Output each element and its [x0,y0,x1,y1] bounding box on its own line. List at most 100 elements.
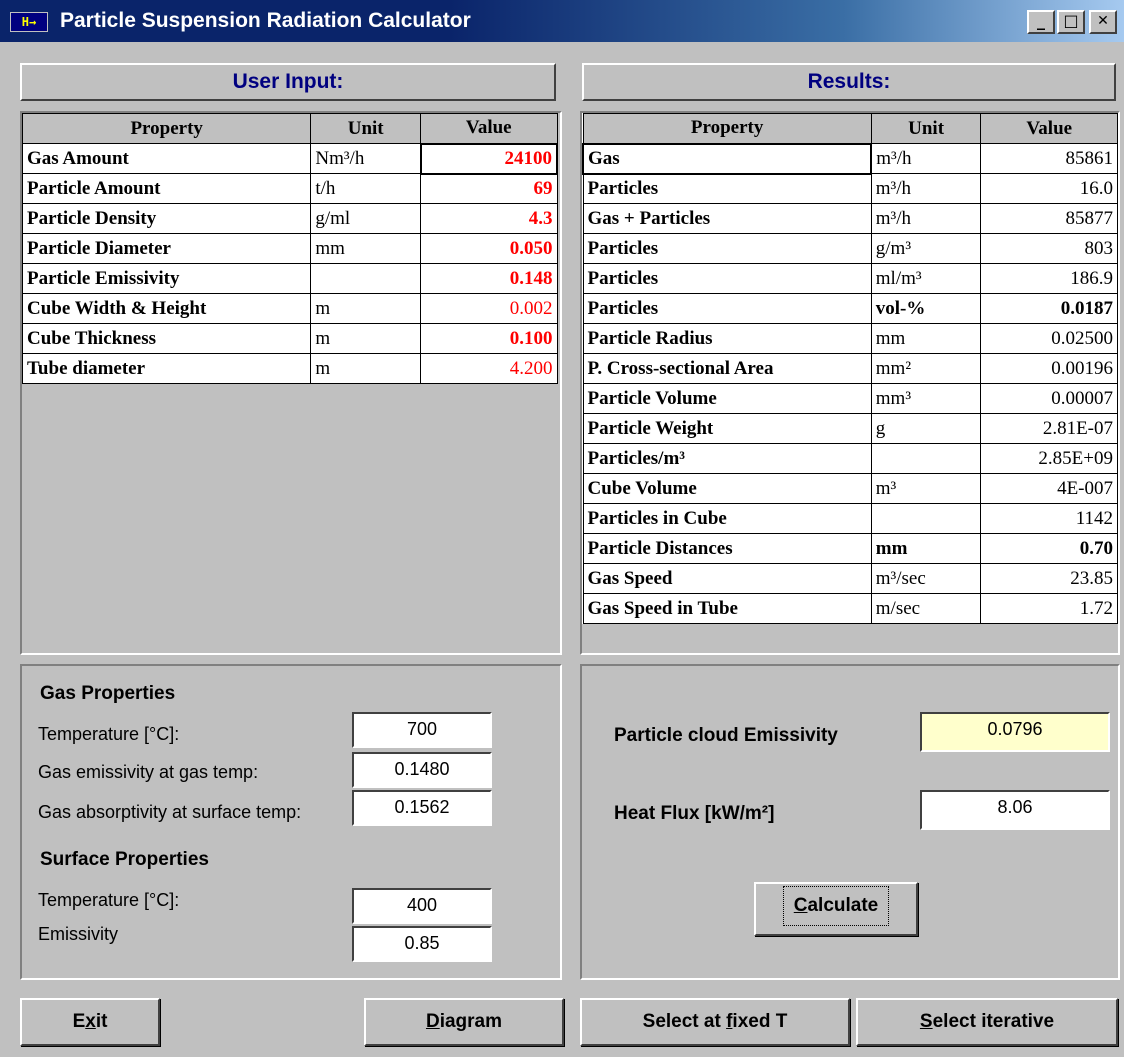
column-header-property: Property [21,113,312,144]
property-cell: Gas Speed [582,563,872,594]
value-cell: 4E-007 [980,473,1118,504]
value-cell[interactable]: 24100 [419,142,558,175]
unit-cell: m/sec [870,593,982,624]
table-row[interactable]: Cube Thickness m 0.100 [21,323,558,354]
table-row[interactable]: Particles ml/m³ 186.9 [582,263,1118,294]
minimize-button[interactable]: _ [1027,10,1055,34]
select-iterative-button[interactable]: Select iterative [856,998,1118,1046]
results-header: Results: [582,63,1116,101]
cloud-emissivity-field[interactable]: 0.0796 [920,712,1110,752]
unit-cell: m³/h [870,173,982,204]
table-row[interactable]: Gas Speed in Tube m/sec 1.72 [582,593,1118,624]
diagram-button[interactable]: Diagram [364,998,564,1046]
calculate-button[interactable]: Calculate [754,882,918,936]
calculate-button-label: Calculate [782,886,890,926]
table-row[interactable]: Gas + Particles m³/h 85877 [582,203,1118,234]
table-row[interactable]: Particle Radius mm 0.02500 [582,323,1118,354]
results-grid[interactable]: Property Unit Value Gas m³/h 85861 Particl… [580,111,1120,655]
property-cell: Gas + Particles [582,203,872,234]
exit-button[interactable]: Exit [20,998,160,1046]
table-row[interactable]: Gas m³/h 85861 [581,142,1118,175]
table-row[interactable]: Particles vol-% 0.0187 [582,293,1118,324]
results-title: Results: [807,70,891,93]
value-cell[interactable]: 4.3 [420,203,558,234]
table-row[interactable]: P. Cross-sectional Area mm² 0.00196 [582,353,1118,384]
table-row[interactable]: Particles g/m³ 803 [582,233,1118,264]
value-cell[interactable]: 4.200 [420,353,558,384]
property-cell: Tube diameter [21,353,312,384]
unit-cell: m [310,323,421,354]
table-row[interactable]: Gas Amount Nm³/h 24100 [21,142,558,175]
unit-cell: t/h [310,173,421,204]
gas-temperature-field[interactable]: 700 [352,712,492,748]
property-cell: Gas Amount [21,143,312,174]
surface-emissivity-field[interactable]: 0.85 [352,926,492,962]
gas-absorptivity-field[interactable]: 0.1562 [352,790,492,826]
select-fixed-t-button[interactable]: Select at fixed T [580,998,850,1046]
unit-cell: Nm³/h [310,143,421,174]
user-input-grid[interactable]: Property Unit Value Gas Amount Nm³/h 241… [20,111,562,655]
property-cell: Particle Volume [582,383,872,414]
value-cell: 85861 [980,143,1118,174]
property-cell: Particle Distances [582,533,872,564]
unit-cell: g/ml [310,203,421,234]
unit-cell: ml/m³ [870,263,982,294]
heat-flux-field[interactable]: 8.06 [920,790,1110,830]
output-panel: Particle cloud Emissivity 0.0796 Heat Fl… [580,664,1120,980]
table-row[interactable]: Particle Emissivity 0.148 [21,263,558,294]
surface-properties-header: Surface Properties [40,849,209,870]
window-title: Particle Suspension Radiation Calculator [60,9,471,32]
value-cell: 0.0187 [980,293,1118,324]
surface-temperature-field[interactable]: 400 [352,888,492,924]
table-row[interactable]: Particle Distances mm 0.70 [582,533,1118,564]
table-row[interactable]: Particles m³/h 16.0 [582,173,1118,204]
table-row[interactable]: Tube diameter m 4.200 [21,353,558,384]
property-cell: Particles/m³ [582,443,872,474]
maximize-button[interactable]: □ [1057,10,1085,34]
unit-cell: mm [870,323,982,354]
value-cell[interactable]: 0.100 [420,323,558,354]
value-cell[interactable]: 0.050 [420,233,558,264]
heat-flux-label: Heat Flux [kW/m²] [614,803,775,824]
column-header-unit: Unit [870,113,982,144]
table-row[interactable]: Particles/m³ 2.85E+09 [582,443,1118,474]
unit-cell: mm³ [870,383,982,414]
property-cell: P. Cross-sectional Area [582,353,872,384]
table-row[interactable]: Cube Width & Height m 0.002 [21,293,558,324]
table-row[interactable]: Particles in Cube 1142 [582,503,1118,534]
value-cell[interactable]: 69 [420,173,558,204]
user-input-table: Property Unit Value Gas Amount Nm³/h 241… [21,113,558,384]
property-cell: Particles [582,173,872,204]
value-cell[interactable]: 0.002 [420,293,558,324]
unit-cell: m [310,293,421,324]
unit-cell: m [310,353,421,384]
table-row[interactable]: Particle Density g/ml 4.3 [21,203,558,234]
results-table: Property Unit Value Gas m³/h 85861 Particl… [581,113,1118,624]
table-row[interactable]: Gas Speed m³/sec 23.85 [582,563,1118,594]
value-cell: 2.81E-07 [980,413,1118,444]
value-cell[interactable]: 0.148 [420,263,558,294]
unit-cell [310,263,421,294]
unit-cell: m³/sec [870,563,982,594]
app-icon[interactable]: H→ [10,12,48,32]
value-cell: 186.9 [980,263,1118,294]
unit-cell: mm [310,233,421,264]
user-input-header: User Input: [20,63,556,101]
value-cell: 85877 [980,203,1118,234]
table-row[interactable]: Particle Diameter mm 0.050 [21,233,558,264]
table-row[interactable]: Particle Volume mm³ 0.00007 [582,383,1118,414]
cloud-emissivity-label: Particle cloud Emissivity [614,725,838,746]
table-row[interactable]: Cube Volume m³ 4E-007 [582,473,1118,504]
gas-emissivity-field[interactable]: 0.1480 [352,752,492,788]
unit-cell: m³/h [870,143,982,174]
table-row[interactable]: Particle Weight g 2.81E-07 [582,413,1118,444]
property-cell: Particles [582,233,872,264]
property-cell: Particle Diameter [21,233,312,264]
property-cell: Particles [582,263,872,294]
title-bar[interactable]: H→ Particle Suspension Radiation Calcula… [0,0,1124,42]
table-row[interactable]: Particle Amount t/h 69 [21,173,558,204]
unit-cell: mm² [870,353,982,384]
close-button[interactable]: ✕ [1089,10,1117,34]
gas-properties-header: Gas Properties [40,683,176,704]
surface-temperature-label: Temperature [°C]: [38,890,180,910]
